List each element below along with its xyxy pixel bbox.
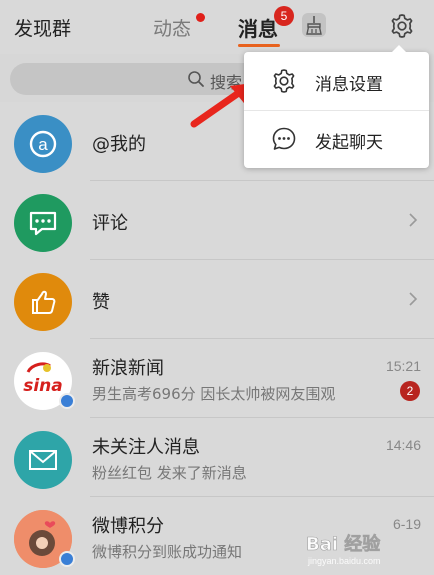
svg-text:sina: sina [23,376,63,396]
list-item-comments[interactable]: 评论 [0,181,434,260]
svg-text:jingyan.baidu.com: jingyan.baidu.com [307,556,381,566]
thumbs-up-icon [32,290,56,314]
list-item-likes[interactable]: 赞 [0,260,434,339]
envelope-icon [29,450,57,470]
dynamic-new-dot [196,13,205,22]
at-icon: a [29,130,57,158]
broom-icon [306,16,322,35]
list-item-title: 新浪新闻 [92,358,164,379]
likes-avatar [14,273,72,331]
chat-bubble-icon [272,127,296,150]
list-item-title: 微博积分 [92,516,164,537]
list-item-title: 赞 [92,292,110,313]
list-item-title: 未关注人消息 [92,437,200,458]
svg-text:Bai 经验: Bai 经验 [306,533,381,555]
settings-gear-icon[interactable] [388,12,416,40]
tab-messages[interactable]: 消息 [238,13,278,42]
list-item-title: 评论 [92,213,128,234]
comment-icon [29,211,57,236]
baidu-jingyan-watermark: Bai 经验 jingyan.baidu.com [306,533,382,566]
verified-badge-icon [59,393,75,409]
comments-avatar [14,194,72,252]
dropdown-menu: 消息设置 发起聊天 [244,45,429,168]
messages-count-badge: 5 [274,6,294,26]
menu-item-start-chat[interactable]: 发起聊天 [244,110,429,168]
list-item-sina-news[interactable]: sina 新浪新闻 男生高考696分 因长太帅被网友围观 15:21 2 [0,339,434,418]
list-item-preview: 男生高考696分 因长太帅被网友围观 [92,385,336,403]
menu-item-label: 发起聊天 [315,133,383,153]
menu-item-label: 消息设置 [315,75,383,95]
tab-discover-groups[interactable]: 发现群 [14,14,71,41]
unfollowed-messages-avatar [14,431,72,489]
list-item-time: 14:46 [385,437,421,453]
tab-dynamic[interactable]: 动态 [153,14,191,41]
chevron-right-icon [409,213,418,227]
svg-text:a: a [38,135,48,154]
verified-badge-icon [59,551,75,567]
menu-item-message-settings[interactable]: 消息设置 [244,52,429,110]
gear-icon [273,69,295,93]
list-item-preview: 粉丝红包 发来了新消息 [92,464,247,482]
unread-count-badge: 2 [400,381,420,401]
clear-unread-button[interactable] [302,13,326,37]
chevron-right-icon [409,292,418,306]
list-item-unfollowed-messages[interactable]: 未关注人消息 粉丝红包 发来了新消息 14:46 [0,418,434,497]
mentions-avatar: a [14,115,72,173]
active-tab-indicator [238,44,280,47]
top-bar: 发现群 动态 消息 5 [0,0,434,54]
list-item-preview: 微博积分到账成功通知 [92,543,243,561]
list-item-title: @我的 [92,134,146,155]
list-item-time: 15:21 [385,358,421,374]
